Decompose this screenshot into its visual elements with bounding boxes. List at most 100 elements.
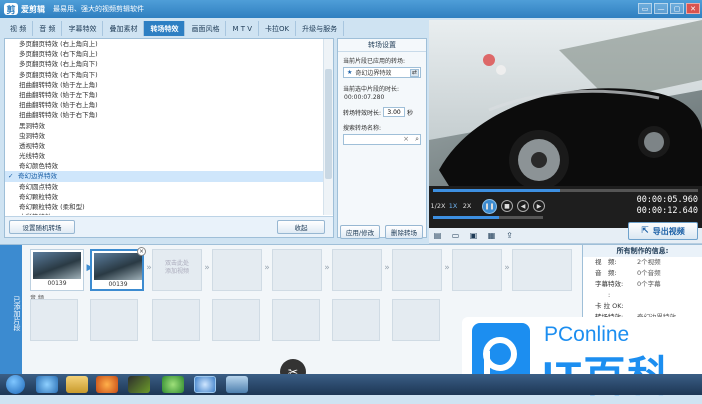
save-icon[interactable]: ▦ [487,231,496,240]
speed-double-button[interactable]: 2X [461,200,473,211]
scrollbar-thumb[interactable] [325,69,332,179]
audio-slot[interactable] [332,299,380,341]
aijianji-taskbar-icon[interactable] [194,376,216,393]
screenshot-icon[interactable]: ▤ [433,231,442,240]
empty-clip-slot[interactable] [512,249,572,291]
transition-list-item[interactable]: ✓ 奇幻边界特效 [5,171,323,182]
chevron-right-icon: » [264,263,270,273]
collapse-button[interactable]: 收起 [277,220,325,234]
apply-button[interactable]: 应用/修改 [340,225,380,239]
media-player-icon[interactable] [128,376,150,393]
total-time: 00:00:12.640 [636,206,698,216]
tab-audio[interactable]: 音 频 [33,21,63,36]
start-button-icon[interactable] [6,375,25,394]
tab-overlay-materials[interactable]: 叠加素材 [103,21,145,36]
info-header: 所有制作的信息: [583,245,702,257]
info-row: 卡 拉 OK: [583,301,702,312]
empty-clip-slot[interactable] [392,249,442,291]
maximize-button[interactable]: ▢ [670,3,684,14]
transition-list-item[interactable]: 多页翻页特效 (右上角向下) [5,59,323,69]
search-field[interactable]: × ⌕ [343,134,421,145]
video-preview [429,20,702,186]
speed-half-button[interactable]: 1/2X [431,200,446,211]
transition-list-item[interactable]: 多页翻页特效 (右下角向下) [5,70,323,80]
transition-list-item[interactable]: 奇幻颗粒特效 (柔和型) [5,202,323,212]
windows-taskbar [0,374,702,395]
transition-name: 虫洞特效 [19,131,45,140]
transition-settings-panel: 转场设置 当前片段已应用的转场: ★ 奇幻边界特效 ⇄ 当前选中片段的时长: 0… [337,38,427,239]
playback-progress[interactable] [433,189,698,192]
prev-frame-button[interactable]: ◀ [517,200,529,212]
transition-list-item[interactable]: 水彩笔特效 [5,212,323,215]
transition-name: 多页翻页特效 (右下角向上) [19,50,98,59]
browser-icon[interactable] [36,376,58,393]
timeline-clip[interactable]: 00139 [30,249,84,291]
transition-list-item[interactable]: 多页翻页特效 (右上角向上) [5,39,323,49]
clip-duration-value: 00:00:07.280 [344,94,385,101]
transition-list-item[interactable]: 扭曲翻转特效 (始于右上角) [5,100,323,110]
open-icon[interactable]: ▣ [469,231,478,240]
tab-karaoke[interactable]: 卡拉OK [259,21,297,36]
transition-list-item[interactable]: 黑洞特效 [5,121,323,131]
speed-normal-button[interactable]: 1X [447,200,459,211]
audio-slot[interactable] [392,299,440,341]
export-video-button[interactable]: ⇱ 导出视频 [628,222,698,240]
skin-button[interactable]: ▭ [638,3,652,14]
pause-button[interactable]: ❚❚ [482,199,497,214]
close-button[interactable]: ✕ [686,3,700,14]
delete-transition-button[interactable]: 删除转场 [385,225,423,239]
empty-clip-slot[interactable] [452,249,502,291]
transition-name: 奇幻边界特效 [18,172,57,181]
duration-input[interactable] [383,107,406,117]
explorer-icon[interactable] [66,376,88,393]
empty-clip-slot[interactable] [332,249,382,291]
share-icon[interactable]: ⇪ [505,231,514,240]
audio-slot[interactable] [272,299,320,341]
chevron-right-icon: » [324,263,330,273]
transition-list-item[interactable]: 透视特效 [5,141,323,151]
transition-list-item[interactable]: 奇幻颗粒特效 [5,192,323,202]
transition-list-item[interactable]: 扭曲翻转特效 (始于左下角) [5,90,323,100]
tab-video[interactable]: 视 频 [4,21,34,36]
transition-list-panel: 多页翻页特效 (右上角向上) 多页翻页特效 (右下角向上) 多页翻页特效 (右上角向… [4,38,334,238]
audio-slot[interactable] [30,299,78,341]
tab-picture-style[interactable]: 画面风格 [185,21,227,36]
transition-list-item[interactable]: 多页翻页特效 (右下角向上) [5,49,323,59]
search-icon[interactable]: ⌕ [415,135,419,144]
window-app-icon[interactable] [226,376,248,393]
tab-mtv[interactable]: M T V [226,21,260,36]
transition-list-item[interactable]: 奇幻圆点特效 [5,182,323,192]
audio-slot[interactable] [90,299,138,341]
volume-fill [433,216,499,219]
applied-transition-value: 奇幻边界特效 [355,70,392,77]
transition-list-item[interactable]: 扭曲翻转特效 (始于左上角) [5,80,323,90]
green-app-icon[interactable] [162,376,184,393]
stop-button[interactable]: ■ [501,200,513,212]
volume-slider[interactable] [433,216,543,219]
list-scrollbar[interactable] [323,39,333,215]
transition-list-item[interactable]: 光线特效 [5,151,323,161]
search-label: 搜索转场名称: [343,125,382,132]
transition-name: 水彩笔特效 [19,213,52,215]
audio-slot[interactable] [212,299,260,341]
empty-clip-slot[interactable] [212,249,262,291]
tab-upgrade-service[interactable]: 升级与服务 [296,21,345,36]
random-transition-button[interactable]: 设置随机转场 [9,220,75,234]
audio-slot[interactable] [152,299,200,341]
transition-list-item[interactable]: 扭曲翻转特效 (始于右下角) [5,110,323,120]
transition-list-item[interactable]: 虫洞特效 [5,131,323,141]
empty-clip-slot[interactable] [272,249,322,291]
tab-transition-effects[interactable]: 转场特效 [144,21,186,36]
timeline-clip-selected[interactable]: 00139 × [90,247,146,291]
folder-icon[interactable]: ▭ [451,231,460,240]
remove-clip-icon[interactable]: × [137,247,146,256]
transition-list-item[interactable]: 奇幻颜色特效 [5,161,323,171]
tab-subtitle-effects[interactable]: 字幕特效 [62,21,104,36]
firefox-icon[interactable] [96,376,118,393]
minimize-button[interactable]: — [654,3,668,14]
add-clip-slot[interactable]: 双击此处 添加视频 [152,249,202,291]
transition-name: 多页翻页特效 (右下角向下) [19,70,98,79]
swap-icon[interactable]: ⇄ [410,69,419,77]
clear-icon[interactable]: × [403,135,409,143]
next-frame-button[interactable]: ▶ [533,200,545,212]
